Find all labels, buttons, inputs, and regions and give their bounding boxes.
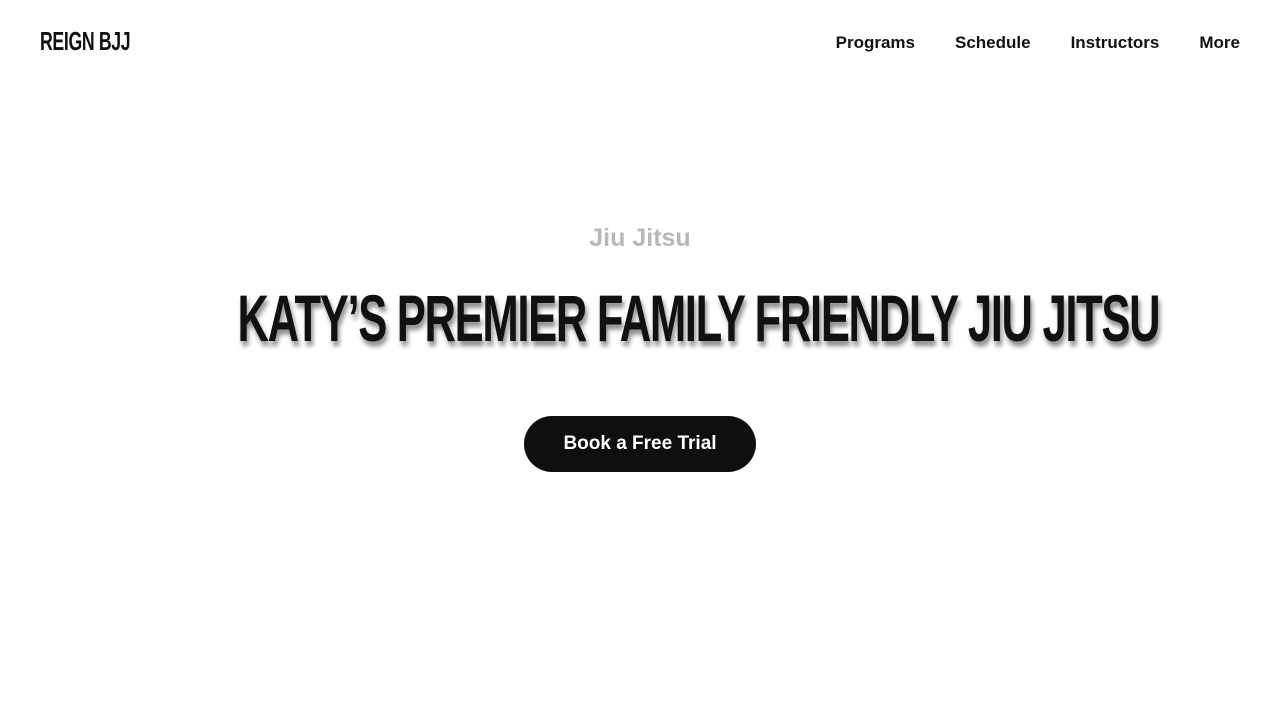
- brand-logo[interactable]: REIGN BJJ: [40, 26, 131, 56]
- site-header: REIGN BJJ Programs Schedule Instructors …: [0, 0, 1280, 86]
- hero-section: Jiu Jitsu KATY’S PREMIER FAMILY FRIENDLY…: [0, 210, 1280, 472]
- nav-item-schedule[interactable]: Schedule: [955, 32, 1031, 54]
- nav-item-more[interactable]: More: [1199, 32, 1240, 54]
- book-free-trial-button[interactable]: Book a Free Trial: [524, 416, 756, 472]
- hero-headline: KATY’S PREMIER FAMILY FRIENDLY JIU JITSU: [237, 281, 1160, 355]
- hero-headline-wrap: KATY’S PREMIER FAMILY FRIENDLY JIU JITSU: [0, 276, 1280, 366]
- hero-eyebrow: Jiu Jitsu: [589, 224, 691, 252]
- nav-item-programs[interactable]: Programs: [836, 32, 915, 54]
- nav-item-instructors[interactable]: Instructors: [1071, 32, 1160, 54]
- main-nav: Programs Schedule Instructors More: [836, 32, 1240, 54]
